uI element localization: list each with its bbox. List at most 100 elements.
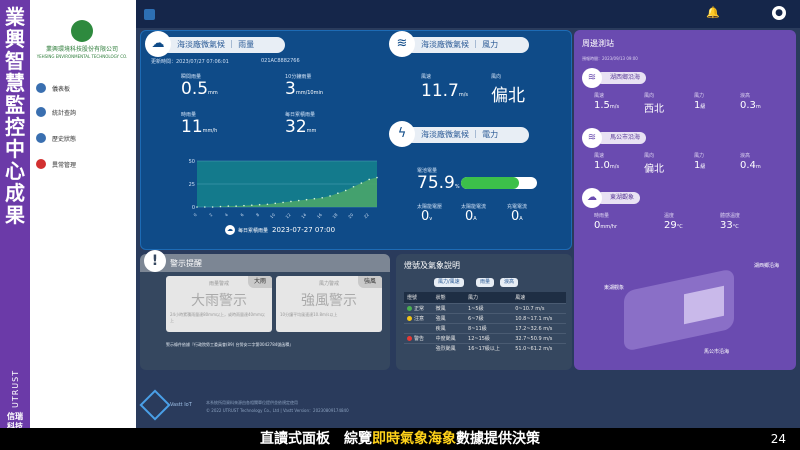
station-card-donghu[interactable]: 東湖觀象 ☁ 時雨量 0mm/hr 溫度 29°C 體感溫度 33°C	[582, 188, 788, 238]
sidebar-item-history[interactable]: 歷史狀態	[36, 130, 126, 146]
sidebar-item-dashboard[interactable]: 儀表板	[36, 80, 126, 96]
rain-point	[321, 197, 324, 199]
rain-point	[227, 205, 230, 207]
sidebar: 業興環境科技股份有限公司 YEHSING ENVIRONMENTAL TECHN…	[30, 0, 164, 428]
station-v3-number: 33	[720, 220, 733, 231]
legend-force: 12~15級	[465, 333, 513, 344]
legend-force: 6~7級	[465, 313, 513, 324]
station-v1-unit: mm/hr	[600, 224, 618, 230]
legend-row: 強烈颱風 16~17級以上 51.0~61.2 m/s	[404, 343, 566, 353]
legend-header-row: 燈號 狀態 風力 風速	[404, 292, 566, 304]
vertical-title: 業興智慧監控中心成果	[5, 5, 25, 227]
wind-header-title: 海淡廠微氣候	[421, 40, 469, 49]
rain-point	[329, 195, 331, 197]
x-tick-label: 20	[347, 212, 354, 219]
x-tick-label: 22	[363, 212, 370, 219]
station-v4-number: 0.3	[740, 100, 756, 111]
top-bar: 🔔 ●	[136, 0, 800, 28]
wind-dir-label: 風向	[491, 74, 502, 80]
x-tick-label: 12	[284, 212, 291, 219]
solar-current-value: 0A	[465, 209, 477, 224]
station-card-huxi[interactable]: 湖西鄉沿海 ≋ 風速 1.5m/s 風向 西北 風力 1級 浪高 0.3m	[582, 68, 788, 118]
wind-header-sub: 風力	[482, 40, 499, 49]
status-dot-icon	[407, 336, 412, 341]
wind-icon: ≋	[582, 128, 602, 148]
rain-update-time: 更新時間：2023/07/27 07:06:01	[151, 59, 229, 65]
user-icon[interactable]: ●	[772, 6, 786, 20]
station-l2: 風向	[644, 93, 655, 99]
wind-icon: ≋	[389, 31, 415, 57]
dashboard-main: 海淡廠微氣候 ｜ 雨量 ☁ 更新時間：2023/07/27 07:06:01 0…	[136, 28, 800, 428]
station-v3: 33°C	[720, 220, 739, 231]
rain-m1-number: 0.5	[181, 79, 209, 99]
solar-voltage-unit: v	[429, 216, 433, 222]
rain-m4-number: 32	[285, 117, 307, 137]
sidebar-item-label: 統計查詢	[52, 109, 77, 117]
station-l4: 浪高	[740, 153, 751, 159]
map-label-donghu: 東湖觀象	[604, 285, 625, 291]
station-l3: 風力	[694, 93, 705, 99]
legend-light-text: 警告	[414, 336, 425, 342]
legend-state: 強烈颱風	[432, 343, 466, 353]
rain-point	[290, 200, 292, 203]
station-card-magong[interactable]: 馬公市沿海 ≋ 風速 1.0m/s 風向 偏北 風力 1級 浪高 0.4m	[582, 128, 788, 178]
station-l1: 風速	[594, 93, 605, 99]
map-label-magong: 馬公市沿海	[704, 349, 730, 355]
battery-bar-fill	[461, 177, 519, 189]
station-l2: 風向	[644, 153, 655, 159]
x-tick-label: 2	[208, 212, 214, 218]
legend-state: 疾風	[432, 323, 466, 334]
rain-point	[337, 192, 339, 194]
col-light: 燈號	[404, 292, 433, 304]
alert-note: 警示條件依據『行政院勞工委員會(89) 台勞安二字第0042784號函釋』	[166, 342, 294, 347]
daily-rain-label: 每日累積雨量	[238, 227, 269, 234]
tab-rain[interactable]: 雨量	[476, 278, 495, 287]
legend-light-text: 正常	[414, 306, 425, 312]
strong-wind-card: 風力警戒 強風 強風警示 10分鐘平均風速達10.8m/s以上	[276, 276, 382, 332]
status-dot-icon	[407, 316, 412, 321]
map-label-huxi: 湖西鄉沿海	[754, 263, 780, 269]
rain-point	[219, 205, 222, 208]
station-name: 湖西鄉沿海	[596, 72, 647, 84]
cloud-icon: ☁	[582, 188, 602, 208]
legend-light: 注意	[404, 313, 433, 324]
legend-speed: 51.0~61.2 m/s	[512, 343, 566, 353]
station-l2: 溫度	[664, 213, 675, 219]
y-tick-label: 50	[189, 159, 195, 165]
sidebar-item-statistics[interactable]: 統計查詢	[36, 104, 126, 120]
sidebar-item-label: 歷史狀態	[52, 135, 77, 143]
rain-point	[204, 206, 206, 208]
legend-speed: 17.2~32.6 m/s	[512, 323, 566, 334]
legend-state: 強風	[432, 313, 466, 324]
caption-bar: 直讀式面板 綜覽即時氣象海象數據提供決策	[0, 428, 800, 450]
page-number: 24	[770, 432, 786, 446]
power-header: 海淡廠微氣候 ｜ 電力	[405, 127, 529, 143]
power-header-title: 海淡廠微氣候	[421, 130, 469, 139]
charge-current-value: 0A	[511, 209, 523, 224]
lightning-icon: ϟ	[389, 121, 415, 147]
footer-line1: 本系統所用資料來源由各相關單位提供並依規定使用	[206, 400, 298, 405]
legend-speed: 10.8~17.1 m/s	[512, 313, 566, 324]
col-state: 狀態	[432, 292, 466, 304]
y-tick-label: 0	[192, 205, 195, 211]
legend-state: 中度颱風	[432, 333, 466, 344]
rain-point	[344, 189, 347, 192]
tab-wind[interactable]: 風力/風速	[434, 278, 464, 287]
rain-device-id: 021AC8882766	[261, 58, 300, 64]
footer-line2: © 2022 UTRUST Technology Co., Ltd | Vast…	[206, 408, 349, 413]
vastt-logo-icon	[139, 389, 171, 421]
cloud-icon: ☁	[225, 225, 235, 235]
tab-wave[interactable]: 浪高	[500, 278, 519, 287]
bell-icon[interactable]: 🔔	[706, 6, 720, 19]
battery-bar	[461, 177, 537, 189]
legend-header: 燈號及氣象說明	[404, 261, 460, 270]
rain-m1-unit: mm	[208, 90, 218, 96]
stations-header: 周邊測站	[582, 39, 614, 48]
power-header-sub: 電力	[482, 130, 499, 139]
station-v1-unit: m/s	[609, 164, 620, 170]
sidebar-item-alerts[interactable]: 異常管理	[36, 156, 126, 172]
rain-m2-number: 3	[285, 79, 296, 99]
legend-speed: 32.7~50.9 m/s	[512, 333, 566, 344]
legend-table: 燈號 狀態 風力 風速 正常 微風 1~5級 0~10.7 m/s 注意 強風 6~7級 10…	[404, 292, 566, 353]
app-logo-icon[interactable]	[144, 9, 155, 20]
